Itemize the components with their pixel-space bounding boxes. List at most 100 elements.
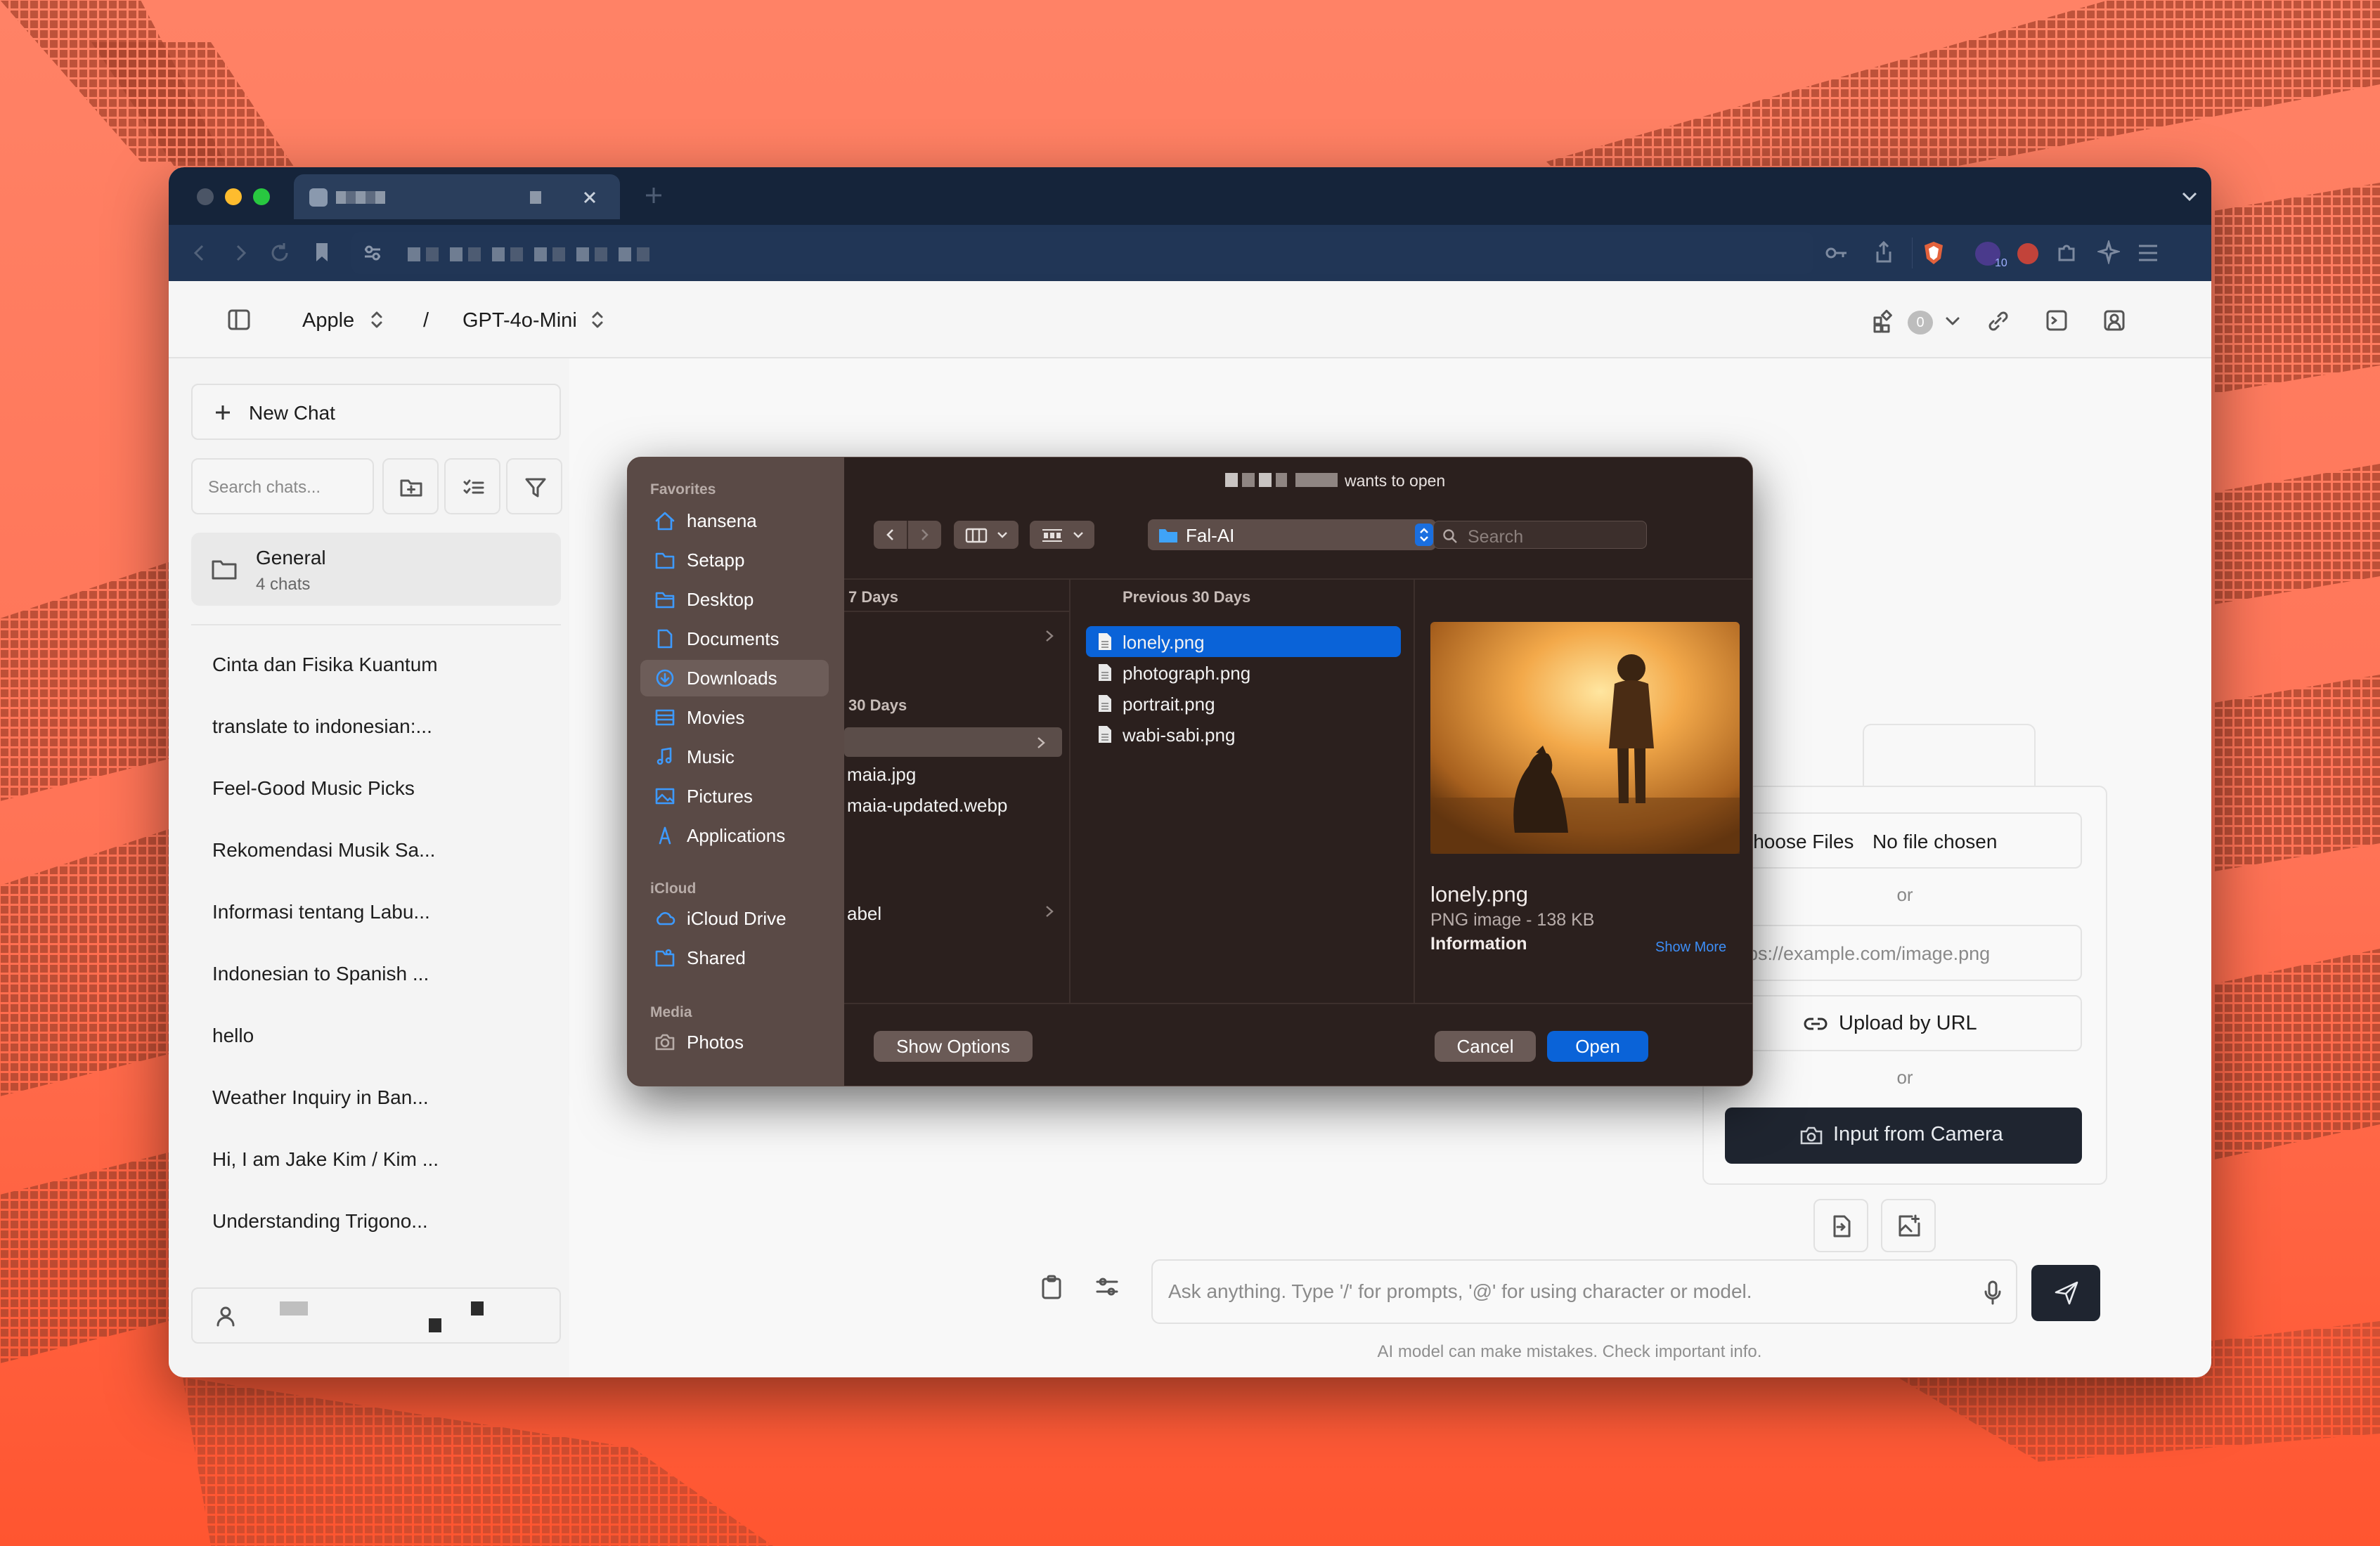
chevron-right-icon[interactable] xyxy=(1044,904,1055,918)
location-stepper[interactable] xyxy=(1415,524,1433,546)
maximize-window-button[interactable] xyxy=(253,188,270,205)
address-bar[interactable] xyxy=(351,232,1813,274)
fav-pictures[interactable]: Pictures xyxy=(640,778,829,814)
terminal-icon[interactable] xyxy=(2045,309,2068,332)
picture-icon xyxy=(655,788,675,805)
chat-item[interactable]: Hi, I am Jake Kim / Kim ... xyxy=(212,1148,439,1171)
bookmark-icon[interactable] xyxy=(313,242,330,264)
show-options-button[interactable]: Show Options xyxy=(874,1031,1033,1062)
filter-button[interactable] xyxy=(506,458,562,514)
widgets-icon[interactable] xyxy=(1873,309,1896,333)
search-field[interactable]: Search xyxy=(1433,521,1647,549)
chevron-right-icon xyxy=(1037,737,1045,748)
chat-item[interactable]: Indonesian to Spanish ... xyxy=(212,963,429,985)
image-url-input[interactable]: https://example.com/image.png xyxy=(1725,925,2082,981)
group-by-button[interactable] xyxy=(1030,521,1094,549)
fav-icloud-drive[interactable]: iCloud Drive xyxy=(640,900,829,937)
selected-folder-row[interactable] xyxy=(844,727,1062,757)
column-header: 7 Days xyxy=(848,588,898,606)
location-popup[interactable]: Fal-AI xyxy=(1148,519,1436,550)
settings-sliders-icon[interactable] xyxy=(1095,1275,1119,1299)
chat-item[interactable]: Feel-Good Music Picks xyxy=(212,777,415,800)
chat-item[interactable]: Informasi tentang Labu... xyxy=(212,901,430,923)
folder-general[interactable]: General 4 chats xyxy=(191,533,561,606)
fav-photos[interactable]: Photos xyxy=(640,1024,829,1060)
file-row[interactable]: maia.jpg xyxy=(847,764,916,786)
clipboard-icon[interactable] xyxy=(1040,1275,1063,1300)
show-more-link[interactable]: Show More xyxy=(1655,940,1726,956)
file-photograph[interactable]: photograph.png xyxy=(1086,657,1401,688)
close-window-button[interactable] xyxy=(197,188,214,205)
cancel-button[interactable]: Cancel xyxy=(1435,1031,1536,1062)
username-redacted-2 xyxy=(429,1318,441,1332)
new-folder-button[interactable] xyxy=(382,458,439,514)
fav-hansena[interactable]: hansena xyxy=(640,502,829,539)
fav-documents[interactable]: Documents xyxy=(640,621,829,657)
site-settings-icon[interactable] xyxy=(363,243,382,263)
chevron-down-icon xyxy=(1073,532,1083,538)
forward-icon[interactable] xyxy=(917,528,931,542)
chat-item[interactable]: translate to indonesian:... xyxy=(212,715,432,738)
attach-image-button[interactable] xyxy=(1881,1199,1936,1252)
fav-downloads[interactable]: Downloads xyxy=(640,660,829,696)
chat-item[interactable]: Rekomendasi Musik Sa... xyxy=(212,839,435,862)
model-selector[interactable]: GPT-4o-Mini xyxy=(463,309,577,332)
png-file-icon xyxy=(1099,633,1111,650)
file-row[interactable]: maia-updated.webp xyxy=(847,795,1007,817)
account-icon[interactable] xyxy=(2103,309,2126,332)
file-name: wabi-sabi.png xyxy=(1123,725,1236,746)
minimize-window-button[interactable] xyxy=(225,188,242,205)
link-icon[interactable] xyxy=(1986,309,2009,333)
select-chats-button[interactable] xyxy=(444,458,500,514)
file-portrait[interactable]: portrait.png xyxy=(1086,688,1401,719)
search-chats-input[interactable]: Search chats... xyxy=(191,458,374,514)
extensions-puzzle-icon[interactable] xyxy=(2055,242,2078,264)
workspace-chevron-icon[interactable] xyxy=(370,308,384,332)
upload-by-url-button[interactable]: Upload by URL xyxy=(1725,995,2082,1051)
send-button[interactable] xyxy=(2031,1265,2100,1321)
upload-tab[interactable] xyxy=(1863,724,2036,787)
message-input[interactable]: Ask anything. Type '/' for prompts, '@' … xyxy=(1151,1259,2017,1324)
tab-list-chevron-icon[interactable] xyxy=(2180,188,2199,205)
fav-setapp[interactable]: Setapp xyxy=(640,542,829,578)
back-icon[interactable] xyxy=(884,528,898,542)
share-icon[interactable] xyxy=(1874,240,1894,264)
file-lonely[interactable]: lonely.png xyxy=(1086,626,1401,657)
user-profile-button[interactable] xyxy=(191,1287,561,1344)
fav-desktop[interactable]: Desktop xyxy=(640,581,829,618)
forward-icon[interactable] xyxy=(231,243,250,263)
fav-applications[interactable]: Applications xyxy=(640,817,829,854)
model-chevron-icon[interactable] xyxy=(590,308,604,332)
choose-files-button[interactable]: Choose Files xyxy=(1739,831,1854,853)
folder-row[interactable]: abel xyxy=(847,903,881,925)
chat-item[interactable]: Weather Inquiry in Ban... xyxy=(212,1086,429,1109)
chat-item[interactable]: hello xyxy=(212,1025,254,1047)
fav-shared[interactable]: Shared xyxy=(640,940,829,976)
camera-button[interactable]: Input from Camera xyxy=(1725,1107,2082,1164)
close-tab-icon[interactable] xyxy=(582,190,597,205)
badge-chevron-icon[interactable] xyxy=(1944,315,1961,329)
view-mode-button[interactable] xyxy=(954,521,1018,549)
chevron-right-icon[interactable] xyxy=(1044,629,1055,643)
workspace-selector[interactable]: Apple xyxy=(302,309,354,332)
menu-icon[interactable] xyxy=(2137,243,2159,263)
sidebar-toggle-icon[interactable] xyxy=(228,309,250,330)
leo-star-icon[interactable] xyxy=(2097,240,2120,264)
brave-shield-icon[interactable] xyxy=(1922,240,1946,266)
open-button[interactable]: Open xyxy=(1547,1031,1648,1062)
microphone-icon[interactable] xyxy=(1984,1280,2002,1306)
new-chat-button[interactable]: New Chat xyxy=(191,384,561,440)
reload-icon[interactable] xyxy=(269,242,291,264)
profile-extension-icon[interactable] xyxy=(2017,243,2038,264)
fav-music[interactable]: Music xyxy=(640,739,829,775)
back-icon[interactable] xyxy=(190,243,209,263)
new-tab-icon[interactable] xyxy=(644,186,664,205)
key-icon[interactable] xyxy=(1825,243,1849,263)
fav-movies[interactable]: Movies xyxy=(640,699,829,736)
browser-tab[interactable] xyxy=(294,174,620,219)
file-chooser[interactable]: Choose Files No file chosen xyxy=(1725,812,2082,869)
chat-item[interactable]: Cinta dan Fisika Kuantum xyxy=(212,654,438,676)
attach-file-button[interactable] xyxy=(1813,1199,1868,1252)
chat-item[interactable]: Understanding Trigono... xyxy=(212,1210,428,1233)
file-wabi-sabi[interactable]: wabi-sabi.png xyxy=(1086,719,1401,750)
